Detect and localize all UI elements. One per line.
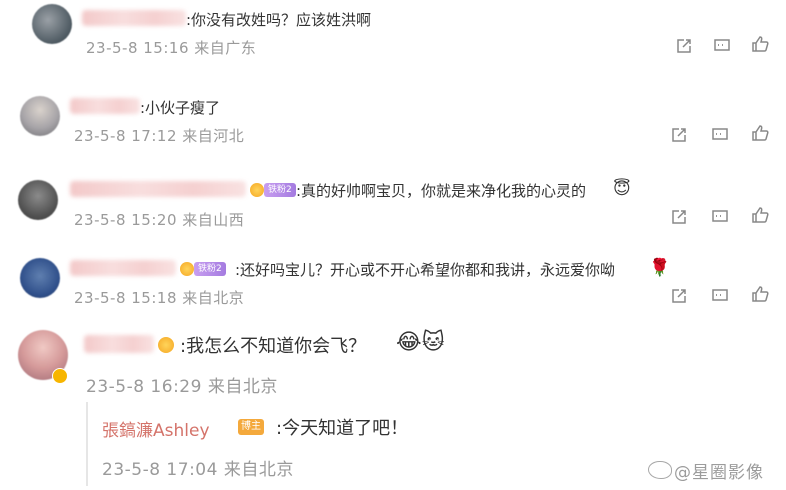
like-icon[interactable] — [751, 285, 769, 303]
comment-item: 铁粉2 :还好吗宝儿？开心或不开心希望你都和我讲，永远爱你呦 🌹 23-5-8 … — [0, 244, 786, 320]
share-icon[interactable] — [670, 287, 688, 305]
avatar[interactable] — [20, 258, 60, 298]
emoji: 🌹 — [649, 258, 671, 278]
share-icon[interactable] — [670, 208, 688, 226]
fan-badge-icon — [180, 262, 194, 276]
comment-item: :我怎么不知道你会飞？ 😂🐱 23-5-8 16:29 来自北京 — [0, 320, 786, 400]
comment-meta: 23-5-8 17:12 来自河北 — [74, 127, 245, 145]
comment-item: 铁粉2 :真的好帅啊宝贝，你就是来净化我的心灵的 😇 23-5-8 15:20 … — [0, 164, 786, 240]
comment-icon[interactable] — [711, 287, 729, 305]
username-blurred[interactable] — [70, 181, 246, 197]
emoji: 😂🐱 — [396, 330, 445, 355]
fan-badge-icon — [250, 183, 264, 197]
avatar[interactable] — [32, 4, 72, 44]
username-blurred[interactable] — [70, 98, 140, 114]
comment-text: :小伙子瘦了 — [140, 99, 221, 117]
comment-meta: 23-5-8 16:29 来自北京 — [86, 377, 278, 397]
comment-icon[interactable] — [713, 37, 731, 55]
fan-badge[interactable]: 铁粉2 — [264, 183, 296, 197]
like-icon[interactable] — [751, 124, 769, 142]
comment-item: :你没有改姓吗？应该姓洪啊 23-5-8 15:16 来自广东 — [0, 0, 786, 76]
watermark: @星圈影像 — [674, 463, 764, 483]
share-icon[interactable] — [675, 37, 693, 55]
weibo-logo-icon — [648, 461, 672, 479]
comment-icon[interactable] — [711, 126, 729, 144]
host-badge: 博主 — [238, 419, 264, 435]
comment-text: :你没有改姓吗？应该姓洪啊 — [186, 11, 372, 29]
comment-text: :真的好帅啊宝贝，你就是来净化我的心灵的 — [296, 182, 587, 200]
avatar[interactable] — [20, 96, 60, 136]
comment-icon[interactable] — [711, 208, 729, 226]
username-blurred[interactable] — [70, 260, 176, 276]
fan-badge-icon — [158, 337, 174, 353]
share-icon[interactable] — [670, 126, 688, 144]
comment-text: :还好吗宝儿？开心或不开心希望你都和我讲，永远爱你呦 — [235, 261, 616, 279]
comment-text: :我怎么不知道你会飞？ — [180, 336, 367, 357]
verified-badge-icon — [52, 368, 68, 384]
like-icon[interactable] — [751, 206, 769, 224]
comment-meta: 23-5-8 15:16 来自广东 — [86, 39, 257, 57]
comment-meta: 23-5-8 15:18 来自北京 — [74, 289, 245, 307]
username-blurred[interactable] — [84, 335, 154, 353]
fan-badge[interactable]: 铁粉2 — [194, 262, 226, 276]
comment-item: :小伙子瘦了 23-5-8 17:12 来自河北 — [0, 82, 786, 158]
emoji: 😇 — [613, 179, 631, 199]
reply-author[interactable]: 張鎬濂Ashley — [102, 416, 210, 441]
comment-meta: 23-5-8 15:20 来自山西 — [74, 211, 245, 229]
reply-meta: 23-5-8 17:04 来自北京 — [102, 460, 294, 480]
username-blurred[interactable] — [82, 10, 186, 26]
reply-text: :今天知道了吧！ — [276, 418, 409, 439]
avatar[interactable] — [18, 180, 58, 220]
like-icon[interactable] — [751, 35, 769, 53]
